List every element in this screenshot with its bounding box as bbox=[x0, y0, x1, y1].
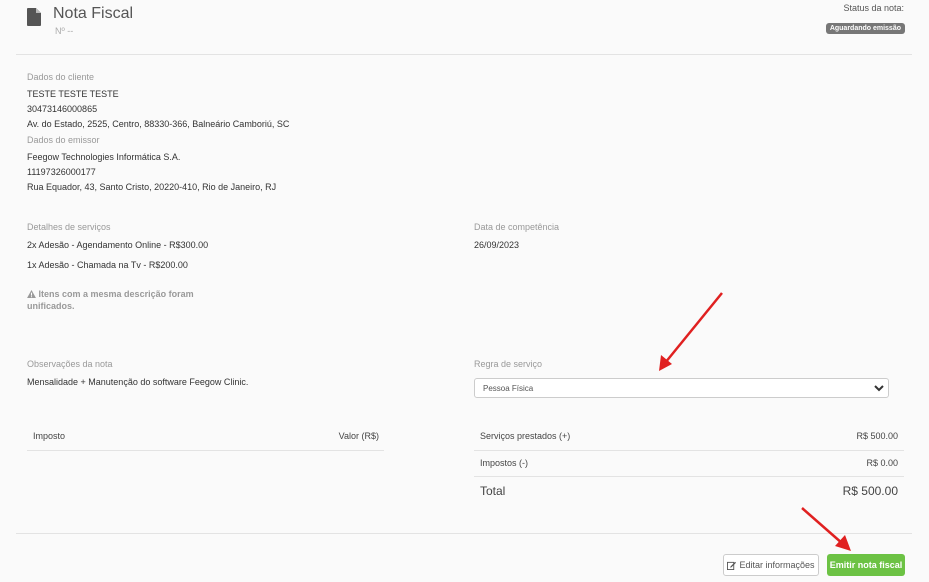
unified-items-warning: Itens com a mesma descrição foram unific… bbox=[27, 288, 197, 312]
issuer-doc: 11197326000177 bbox=[27, 167, 96, 177]
summary-taxes-label: Impostos (-) bbox=[480, 458, 529, 468]
edit-icon bbox=[727, 561, 737, 570]
service-rule-label: Regra de serviço bbox=[474, 359, 543, 369]
annotation-arrow bbox=[801, 507, 851, 551]
service-item: 2x Adesão - Agendamento Online - R$300.0… bbox=[27, 240, 209, 250]
summary-services-row: Serviços prestados (+) R$ 500.00 bbox=[480, 431, 898, 441]
service-rule-section: Regra de serviço bbox=[474, 359, 542, 369]
summary-total-label: Total bbox=[480, 484, 506, 498]
tax-col-value: Valor (R$) bbox=[338, 431, 379, 441]
competence-section: Data de competência 26/09/2023 bbox=[474, 222, 559, 253]
document-icon bbox=[27, 8, 41, 26]
service-item: 1x Adesão - Chamada na Tv - R$200.00 bbox=[27, 260, 188, 270]
services-label: Detalhes de serviços bbox=[27, 222, 111, 232]
summary-services-label: Serviços prestados (+) bbox=[480, 431, 571, 441]
issuer-label: Dados do emissor bbox=[27, 135, 100, 145]
services-section: Detalhes de serviços 2x Adesão - Agendam… bbox=[27, 222, 208, 273]
page-title: Nota Fiscal bbox=[53, 5, 134, 22]
chevron-down-icon bbox=[874, 385, 884, 392]
invoice-number: Nº -- bbox=[55, 26, 74, 36]
notes-section: Observações da nota Mensalidade + Manute… bbox=[27, 359, 248, 390]
client-address: Av. do Estado, 2525, Centro, 88330-366, … bbox=[27, 119, 290, 129]
emit-invoice-button[interactable]: Emitir nota fiscal bbox=[827, 554, 905, 576]
status-badge: Aguardando emissão bbox=[825, 23, 905, 34]
header-divider bbox=[16, 54, 912, 55]
client-name: TESTE TESTE TESTE bbox=[27, 89, 119, 99]
service-rule-select[interactable]: Pessoa Física bbox=[474, 378, 889, 398]
summary-divider bbox=[474, 476, 904, 477]
tax-col-name: Imposto bbox=[33, 431, 66, 441]
service-rule-value: Pessoa Física bbox=[483, 384, 534, 393]
footer-divider bbox=[16, 533, 912, 534]
client-label: Dados do cliente bbox=[27, 72, 95, 82]
competence-date: 26/09/2023 bbox=[474, 240, 520, 250]
warning-icon bbox=[27, 290, 36, 298]
summary-total-row: Total R$ 500.00 bbox=[480, 484, 898, 498]
summary-taxes-row: Impostos (-) R$ 0.00 bbox=[480, 458, 898, 468]
tax-table-header: Imposto Valor (R$) bbox=[33, 431, 379, 441]
edit-info-button[interactable]: Editar informações bbox=[723, 554, 819, 576]
status-label: Status da nota: bbox=[843, 3, 904, 13]
client-section: Dados do cliente TESTE TESTE TESTE 30473… bbox=[27, 72, 289, 132]
issuer-address: Rua Equador, 43, Santo Cristo, 20220-410… bbox=[27, 182, 277, 192]
summary-divider bbox=[474, 450, 904, 451]
tax-table-divider bbox=[27, 450, 384, 451]
notes-label: Observações da nota bbox=[27, 359, 113, 369]
notes-text: Mensalidade + Manutenção do software Fee… bbox=[27, 377, 249, 387]
client-doc: 30473146000865 bbox=[27, 104, 98, 114]
summary-services-value: R$ 500.00 bbox=[856, 431, 898, 441]
issuer-name: Feegow Technologies Informática S.A. bbox=[27, 152, 181, 162]
warning-text: Itens com a mesma descrição foram unific… bbox=[27, 289, 194, 311]
annotation-arrow bbox=[659, 292, 723, 371]
edit-info-label: Editar informações bbox=[739, 560, 815, 570]
summary-total-value: R$ 500.00 bbox=[842, 484, 898, 498]
competence-label: Data de competência bbox=[474, 222, 560, 232]
issuer-section: Dados do emissor Feegow Technologies Inf… bbox=[27, 135, 276, 195]
summary-taxes-value: R$ 0.00 bbox=[866, 458, 898, 468]
emit-invoice-label: Emitir nota fiscal bbox=[829, 560, 903, 570]
